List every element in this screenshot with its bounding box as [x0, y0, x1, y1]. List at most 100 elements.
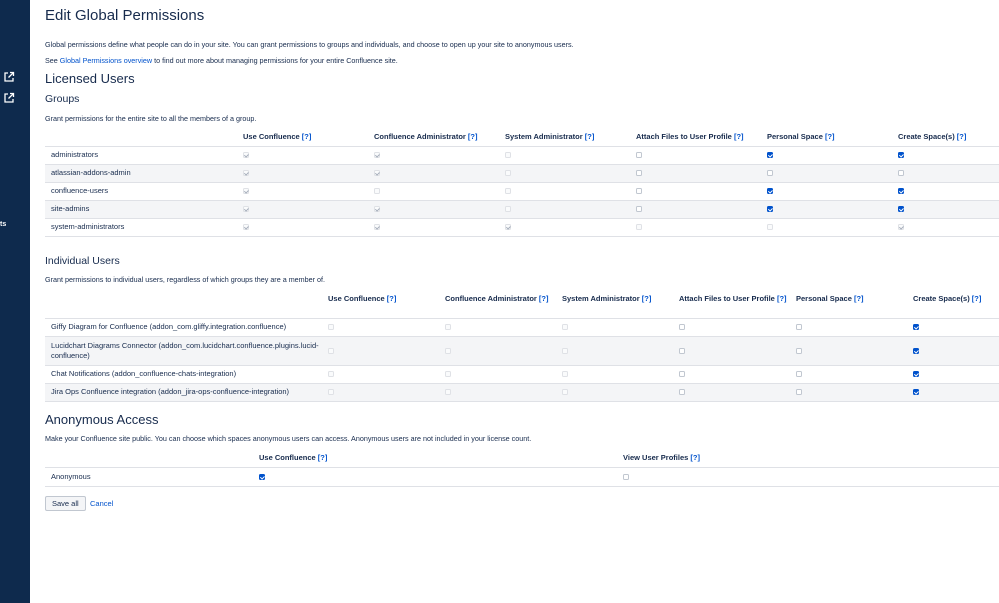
permission-cell [562, 317, 679, 336]
help-link[interactable]: [?] [468, 132, 478, 141]
permission-checkbox-create-space-s[interactable] [898, 152, 904, 159]
individual-users-heading: Individual Users [45, 255, 120, 267]
permission-checkbox-confluence-administrator [445, 371, 451, 378]
permission-cell [505, 163, 636, 182]
permission-cell [636, 181, 767, 200]
permission-checkbox-system-administrator [505, 206, 511, 213]
help-link[interactable]: [?] [854, 294, 864, 303]
permission-checkbox-create-space-s[interactable] [898, 170, 904, 177]
permission-cell [505, 217, 636, 237]
permission-cell [767, 199, 898, 218]
permission-cell [259, 466, 623, 487]
permission-checkbox-create-space-s[interactable] [913, 324, 919, 331]
permission-cell [328, 335, 445, 365]
help-link[interactable]: [?] [302, 132, 312, 141]
permission-checkbox-personal-space[interactable] [796, 347, 802, 354]
permission-checkbox-personal-space[interactable] [767, 170, 773, 177]
table-row: Chat Notifications (addon_confluence-cha… [45, 364, 999, 383]
save-all-button[interactable]: Save all [45, 496, 86, 511]
permission-checkbox-create-space-s[interactable] [913, 371, 919, 378]
permission-cell [767, 163, 898, 182]
permission-cell [913, 364, 999, 383]
permission-cell [898, 217, 999, 237]
permission-cell [679, 364, 796, 383]
permission-checkbox-view-user-profiles[interactable] [623, 473, 629, 480]
permission-checkbox-personal-space[interactable] [767, 152, 773, 159]
help-link[interactable]: [?] [387, 294, 397, 303]
cancel-link[interactable]: Cancel [90, 499, 113, 508]
permission-checkbox-attach-files-to-user-profile [636, 224, 642, 231]
permission-checkbox-use-confluence[interactable] [259, 473, 265, 480]
permission-checkbox-personal-space[interactable] [796, 389, 802, 396]
column-label: Use Confluence [328, 294, 385, 303]
permission-cell [679, 382, 796, 402]
permission-cell [636, 163, 767, 182]
individual-permissions-table: Use Confluence [?] Confluence Administrat… [45, 294, 999, 402]
help-link[interactable]: [?] [690, 453, 700, 462]
permission-cell [796, 364, 913, 383]
permission-cell [445, 364, 562, 383]
external-link-icon[interactable] [3, 71, 15, 83]
row-name: confluence-users [45, 181, 243, 200]
table-row: site-admins [45, 199, 999, 218]
permission-checkbox-personal-space [767, 224, 773, 231]
help-link[interactable]: [?] [734, 132, 744, 141]
permission-checkbox-create-space-s[interactable] [898, 188, 904, 195]
external-link-icon[interactable] [3, 92, 15, 104]
permission-cell [505, 199, 636, 218]
row-name: Giffy Diagram for Confluence (addon_com.… [45, 317, 328, 336]
permission-cell [898, 145, 999, 164]
help-link[interactable]: [?] [972, 294, 982, 303]
permission-checkbox-attach-files-to-user-profile[interactable] [636, 188, 642, 195]
intro-suffix: to find out more about managing permissi… [152, 56, 398, 65]
permission-cell [623, 466, 999, 487]
anonymous-permissions-table: Use Confluence [?] View User Profiles [?]… [45, 453, 999, 487]
permission-checkbox-personal-space[interactable] [767, 206, 773, 213]
permission-cell [796, 335, 913, 365]
permission-cell [374, 181, 505, 200]
permission-cell [898, 163, 999, 182]
help-link[interactable]: [?] [957, 132, 967, 141]
permission-cell [374, 163, 505, 182]
row-name: atlassian-addons-admin [45, 163, 243, 182]
permission-checkbox-system-administrator [505, 170, 511, 177]
column-label: Use Confluence [259, 453, 316, 462]
column-header-attach-files-to-user-profile: Attach Files to User Profile [?] [679, 294, 796, 318]
help-link[interactable]: [?] [318, 453, 328, 462]
permission-checkbox-confluence-administrator [445, 347, 451, 354]
permission-checkbox-use-confluence [328, 389, 334, 396]
permission-checkbox-personal-space[interactable] [796, 371, 802, 378]
permission-cell [445, 335, 562, 365]
permission-cell [767, 217, 898, 237]
column-header-system-administrator: System Administrator [?] [505, 132, 636, 146]
permission-checkbox-system-administrator [505, 188, 511, 195]
permission-checkbox-create-space-s[interactable] [913, 347, 919, 354]
permission-cell [898, 181, 999, 200]
permission-checkbox-attach-files-to-user-profile[interactable] [679, 347, 685, 354]
permission-checkbox-create-space-s[interactable] [898, 206, 904, 213]
column-header-use-confluence: Use Confluence [?] [259, 453, 623, 467]
help-link[interactable]: [?] [777, 294, 787, 303]
help-link[interactable]: [?] [539, 294, 549, 303]
licensed-users-heading: Licensed Users [45, 71, 135, 86]
permission-cell [636, 217, 767, 237]
help-link[interactable]: [?] [825, 132, 835, 141]
permission-checkbox-personal-space[interactable] [796, 324, 802, 331]
column-label: System Administrator [505, 132, 583, 141]
help-link[interactable]: [?] [642, 294, 652, 303]
global-permissions-overview-link[interactable]: Global Permissions overview [60, 56, 152, 65]
permission-checkbox-attach-files-to-user-profile[interactable] [679, 389, 685, 396]
column-header-confluence-administrator: Confluence Administrator [?] [374, 132, 505, 146]
permission-checkbox-attach-files-to-user-profile[interactable] [679, 371, 685, 378]
help-link[interactable]: [?] [585, 132, 595, 141]
column-header-view-user-profiles: View User Profiles [?] [623, 453, 999, 467]
permission-checkbox-personal-space[interactable] [767, 188, 773, 195]
permission-checkbox-attach-files-to-user-profile[interactable] [636, 206, 642, 213]
permission-cell [636, 145, 767, 164]
permission-checkbox-attach-files-to-user-profile[interactable] [636, 170, 642, 177]
permission-checkbox-attach-files-to-user-profile[interactable] [679, 324, 685, 331]
permission-checkbox-create-space-s[interactable] [913, 389, 919, 396]
table-row: Giffy Diagram for Confluence (addon_com.… [45, 317, 999, 336]
permission-checkbox-attach-files-to-user-profile[interactable] [636, 152, 642, 159]
intro-prefix: See [45, 56, 60, 65]
